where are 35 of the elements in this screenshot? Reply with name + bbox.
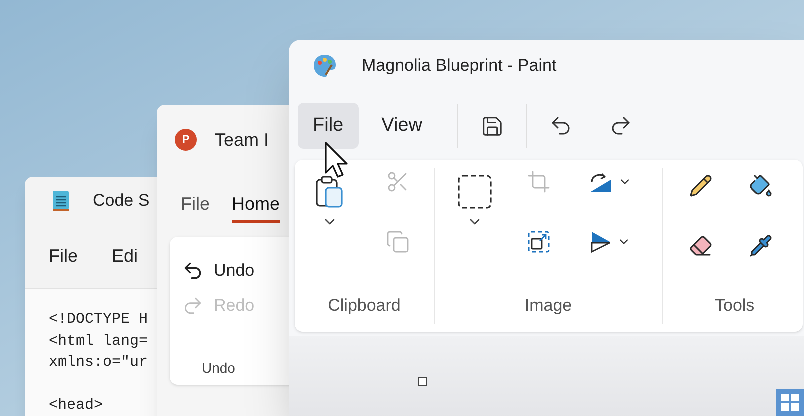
notepad-icon (51, 189, 71, 213)
menu-item[interactable]: File (298, 103, 359, 149)
app-icon: P (175, 129, 197, 151)
resize-handle[interactable] (418, 377, 427, 386)
menu-item[interactable]: View (366, 103, 438, 149)
group-label: Tools (715, 294, 756, 316)
select-button[interactable] (455, 172, 495, 212)
window-title: Magnolia Blueprint - Paint (362, 55, 557, 78)
menu-item[interactable]: File (49, 243, 78, 270)
ribbon-tab[interactable]: Home (232, 187, 280, 223)
group-label: Undo (202, 359, 236, 378)
palette-icon (312, 53, 338, 79)
window-title: Code S (93, 190, 150, 212)
dashed-rectangle-icon (457, 174, 493, 210)
ribbon-tab[interactable]: File (181, 187, 210, 223)
window-snap-icon[interactable] (776, 389, 804, 416)
group-label: Clipboard (328, 294, 401, 316)
pencil-icon (689, 174, 713, 198)
code-line: <head> (49, 396, 104, 416)
menu-item[interactable]: Edi (112, 243, 138, 270)
undo-group-item[interactable]: Undo (182, 253, 255, 288)
save-icon (480, 114, 504, 138)
eraser-icon (689, 234, 713, 258)
clipboard-icon (315, 175, 345, 209)
code-line: <html lang= (49, 332, 150, 352)
flip-icon (589, 230, 613, 254)
code-line: xmlns:o="ur (49, 353, 150, 373)
crop-icon (527, 170, 551, 194)
paint-bucket-icon (749, 174, 773, 198)
resize-icon (527, 230, 551, 254)
window-title: Team I (215, 128, 270, 152)
code-line: <!DOCTYPE H (49, 310, 150, 330)
copy-icon (386, 230, 410, 254)
group-label: Image (524, 294, 572, 316)
pipette-icon (749, 234, 773, 258)
